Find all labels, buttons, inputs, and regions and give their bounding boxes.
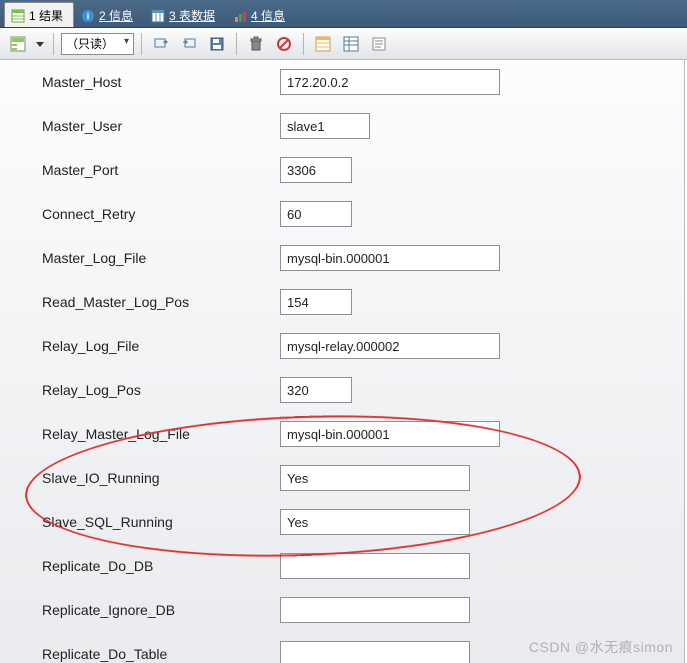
separator bbox=[303, 33, 304, 55]
field-input[interactable] bbox=[280, 597, 470, 623]
field-input[interactable] bbox=[280, 509, 470, 535]
toolbar: （只读） bbox=[0, 28, 687, 60]
tab-label: 4 信息 bbox=[251, 7, 285, 24]
field-input[interactable] bbox=[280, 641, 470, 663]
field-label: Relay_Log_File bbox=[0, 338, 280, 354]
grid-view-button[interactable] bbox=[311, 32, 335, 56]
grid-green-icon bbox=[11, 9, 25, 23]
field-label: Slave_IO_Running bbox=[0, 470, 280, 486]
field-input[interactable] bbox=[280, 157, 352, 183]
text-view-button[interactable] bbox=[367, 32, 391, 56]
field-label: Relay_Log_Pos bbox=[0, 382, 280, 398]
field-input[interactable] bbox=[280, 465, 470, 491]
field-row: Connect_Retry bbox=[0, 192, 684, 236]
field-label: Master_Host bbox=[0, 74, 280, 90]
separator bbox=[141, 33, 142, 55]
field-label: Replicate_Ignore_DB bbox=[0, 602, 280, 618]
field-label: Connect_Retry bbox=[0, 206, 280, 222]
tab-info-2[interactable]: 4 信息 bbox=[226, 2, 296, 27]
field-input[interactable] bbox=[280, 201, 352, 227]
tab-label: 3 表数据 bbox=[169, 7, 215, 24]
field-row: Master_Log_File bbox=[0, 236, 684, 280]
field-row: Slave_SQL_Running bbox=[0, 500, 684, 544]
field-row: Master_User bbox=[0, 104, 684, 148]
field-label: Replicate_Do_DB bbox=[0, 558, 280, 574]
field-row: Replicate_Ignore_DB bbox=[0, 588, 684, 632]
field-row: Master_Host bbox=[0, 60, 684, 104]
field-input[interactable] bbox=[280, 421, 500, 447]
field-row: Replicate_Do_DB bbox=[0, 544, 684, 588]
field-input[interactable] bbox=[280, 69, 500, 95]
save-button[interactable] bbox=[205, 32, 229, 56]
mode-select[interactable]: （只读） bbox=[61, 33, 134, 55]
tab-tabledata[interactable]: 3 表数据 bbox=[144, 2, 226, 27]
table-blue-icon bbox=[151, 9, 165, 23]
tab-result[interactable]: 1 结果 bbox=[4, 2, 74, 27]
field-row: Master_Port bbox=[0, 148, 684, 192]
delete-button[interactable] bbox=[244, 32, 268, 56]
form-view-button[interactable] bbox=[6, 32, 30, 56]
chart-orange-icon bbox=[233, 9, 247, 23]
field-input[interactable] bbox=[280, 333, 500, 359]
field-row: Relay_Log_Pos bbox=[0, 368, 684, 412]
field-input[interactable] bbox=[280, 377, 352, 403]
import-button[interactable] bbox=[177, 32, 201, 56]
field-input[interactable] bbox=[280, 245, 500, 271]
cancel-button[interactable] bbox=[272, 32, 296, 56]
tab-info-1[interactable]: i 2 信息 bbox=[74, 2, 144, 27]
field-row: Read_Master_Log_Pos bbox=[0, 280, 684, 324]
tab-label: 1 结果 bbox=[29, 7, 63, 24]
content-area[interactable]: Master_Host Master_User Master_Port Connect… bbox=[0, 60, 685, 663]
dropdown-button[interactable] bbox=[34, 32, 46, 56]
form-view-2-button[interactable] bbox=[339, 32, 363, 56]
info-blue-icon: i bbox=[81, 9, 95, 23]
field-row: Slave_IO_Running bbox=[0, 456, 684, 500]
field-label: Master_Log_File bbox=[0, 250, 280, 266]
svg-text:i: i bbox=[87, 11, 90, 21]
field-label: Master_Port bbox=[0, 162, 280, 178]
field-label: Replicate_Do_Table bbox=[0, 646, 280, 662]
tab-bar: 1 结果 i 2 信息 3 表数据 4 信息 bbox=[0, 0, 687, 28]
field-label: Slave_SQL_Running bbox=[0, 514, 280, 530]
separator bbox=[53, 33, 54, 55]
field-input[interactable] bbox=[280, 113, 370, 139]
field-label: Master_User bbox=[0, 118, 280, 134]
separator bbox=[236, 33, 237, 55]
field-row: Relay_Log_File bbox=[0, 324, 684, 368]
field-label: Read_Master_Log_Pos bbox=[0, 294, 280, 310]
export-button[interactable] bbox=[149, 32, 173, 56]
tab-label: 2 信息 bbox=[99, 7, 133, 24]
field-label: Relay_Master_Log_File bbox=[0, 426, 280, 442]
field-row: Relay_Master_Log_File bbox=[0, 412, 684, 456]
field-row: Replicate_Do_Table bbox=[0, 632, 684, 663]
field-input[interactable] bbox=[280, 553, 470, 579]
field-input[interactable] bbox=[280, 289, 352, 315]
